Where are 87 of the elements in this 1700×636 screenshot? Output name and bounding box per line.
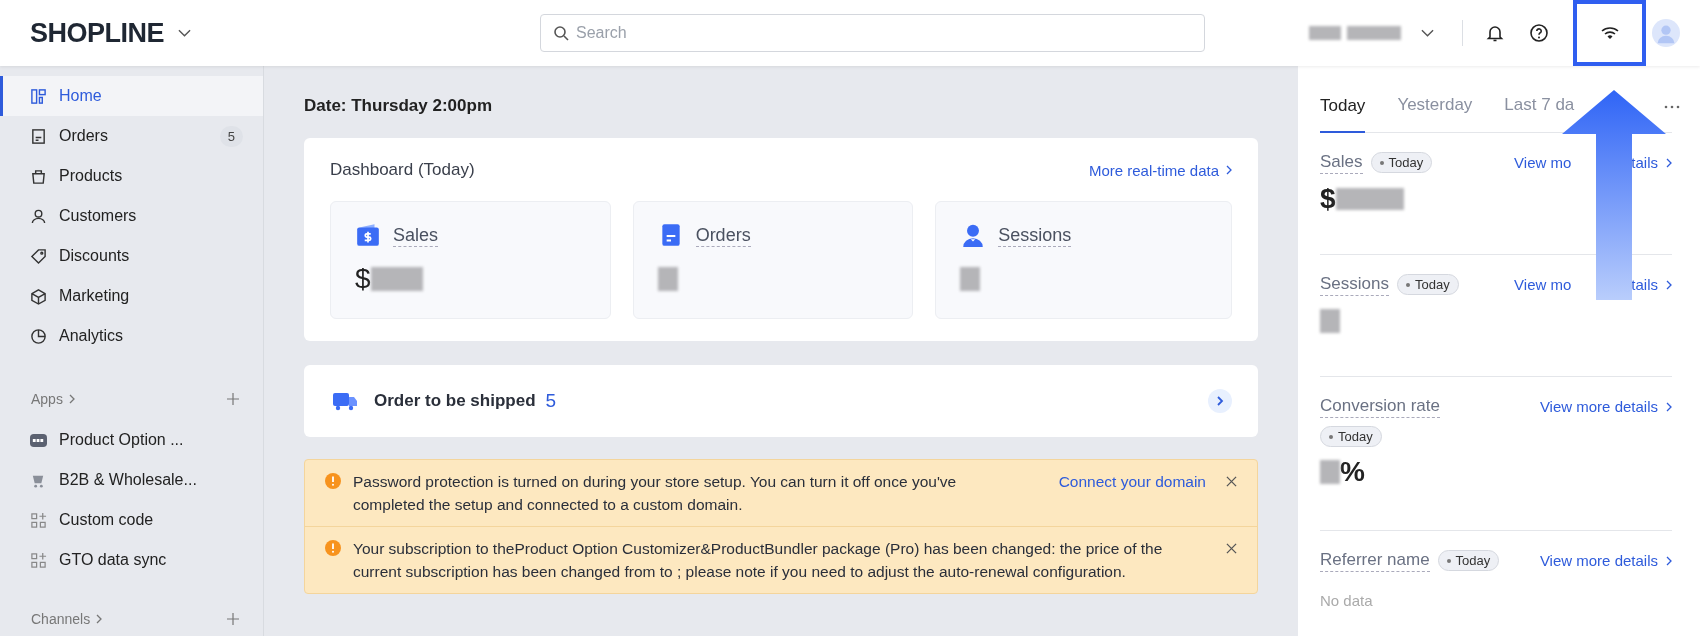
- metric-label[interactable]: Sales: [1320, 151, 1363, 174]
- period-tab[interactable]: Yesterday: [1397, 95, 1473, 115]
- warning-icon: [325, 540, 341, 556]
- add-icon[interactable]: [227, 613, 239, 625]
- shipping-label: Order to be shipped: [374, 391, 536, 411]
- stat-label[interactable]: Orders: [695, 223, 751, 247]
- redacted-value: [657, 267, 678, 291]
- nav-icon: [30, 247, 47, 265]
- close-icon[interactable]: [1226, 543, 1237, 554]
- chevron-down-icon[interactable]: [178, 29, 192, 37]
- nav-item[interactable]: Home: [0, 76, 263, 116]
- period-badge: Today: [1320, 426, 1382, 447]
- nav-icon: [30, 87, 47, 105]
- search-icon: [553, 25, 569, 41]
- alert-message: Password protection is turned on during your store setup. You can turn it off once you've completed the setup and connected to a custom domain.: [353, 472, 958, 515]
- nav-icon: [30, 127, 47, 145]
- bell-icon[interactable]: [1485, 23, 1505, 43]
- card-title: Dashboard (Today): [330, 160, 475, 180]
- warning-icon: [325, 473, 341, 489]
- nav-icon: [30, 167, 47, 185]
- chevron-right-icon: [1226, 165, 1232, 175]
- nav-item[interactable]: Discounts: [0, 236, 263, 276]
- period-badge: Today: [1437, 550, 1500, 571]
- more-icon[interactable]: [1664, 105, 1680, 109]
- currency-sign: $: [355, 263, 371, 295]
- view-details-link[interactable]: View more details: [1539, 552, 1658, 569]
- view-details-link[interactable]: View mo: [1514, 154, 1572, 171]
- close-icon[interactable]: [1226, 476, 1237, 487]
- view-details-link[interactable]: View mo: [1514, 276, 1572, 293]
- real-time-data-link[interactable]: More real-time data: [1088, 161, 1219, 179]
- shipping-card[interactable]: Order to be shipped 5: [304, 365, 1258, 437]
- add-icon[interactable]: [227, 393, 239, 405]
- nav-item[interactable]: Orders 5: [0, 116, 263, 156]
- chevron-right-icon: [96, 614, 103, 624]
- app-icon: [30, 511, 47, 529]
- search-field[interactable]: Search: [540, 14, 1205, 52]
- view-details-link[interactable]: tails: [1631, 276, 1658, 293]
- stat-label[interactable]: Sessions: [998, 223, 1072, 247]
- period-badge: Today: [1397, 274, 1459, 295]
- logo[interactable]: SHOPLINE: [30, 17, 165, 49]
- nav-item[interactable]: Marketing: [0, 276, 263, 316]
- app-icon: [30, 431, 47, 449]
- metric-label[interactable]: Referrer name: [1320, 549, 1430, 572]
- metric-label[interactable]: Conversion rate: [1320, 395, 1440, 418]
- period-tab[interactable]: Today: [1320, 96, 1366, 133]
- help-icon[interactable]: [1529, 23, 1549, 43]
- redacted-value: [370, 267, 423, 291]
- nav-item[interactable]: Analytics: [0, 316, 263, 356]
- stat-label[interactable]: Sales: [393, 223, 439, 247]
- chevron-right-icon: [1666, 555, 1672, 566]
- app-item[interactable]: Product Option ...: [0, 420, 263, 460]
- nav-icon: [30, 207, 47, 225]
- nav-icon: [30, 287, 47, 305]
- redacted-value: [1320, 460, 1340, 484]
- date-heading: Date: Thursday 2:00pm: [304, 96, 493, 116]
- truck-icon: [332, 390, 358, 412]
- stat-icon: [355, 222, 381, 248]
- period-tab[interactable]: Last 7 da: [1504, 95, 1575, 115]
- app-item[interactable]: B2B & Wholesale...: [0, 460, 263, 500]
- app-item[interactable]: Custom code: [0, 500, 263, 540]
- currency-sign: $: [1320, 183, 1336, 215]
- nav-item[interactable]: Customers: [0, 196, 263, 236]
- redacted-value: [1335, 188, 1404, 210]
- nav-item[interactable]: Products: [0, 156, 263, 196]
- app-icon: [30, 551, 47, 569]
- chevron-right-icon: [68, 394, 75, 404]
- percent-sign: %: [1340, 456, 1365, 488]
- chevron-right-icon: [1666, 401, 1672, 412]
- chevron-right-icon: [1666, 157, 1672, 168]
- channels-header[interactable]: Channels: [31, 611, 91, 627]
- connect-domain-link[interactable]: Connect your domain: [1058, 470, 1206, 493]
- period-badge: Today: [1370, 152, 1433, 173]
- view-details-link[interactable]: View more details: [1539, 398, 1658, 415]
- alert-message: Your subscription to theProduct Option Customizer&ProductBundler package (Pro) has been changed: the price of the current subscription has been changed from to ; please note if you need to adjust the auto-renewal configuration.: [353, 539, 1164, 582]
- view-details-link[interactable]: tails: [1631, 154, 1658, 171]
- app-item[interactable]: GTO data sync: [0, 540, 263, 580]
- nav-icon: [30, 327, 47, 345]
- metric-label[interactable]: Sessions: [1320, 273, 1389, 296]
- chevron-down-icon: [1421, 29, 1434, 37]
- apps-header[interactable]: Apps: [31, 391, 63, 407]
- redacted-value: [960, 267, 981, 291]
- redacted-value: [1320, 309, 1340, 333]
- shipping-count: 5: [545, 390, 557, 412]
- empty-text: No data: [1320, 592, 1374, 609]
- chevron-right-icon: [1666, 279, 1672, 290]
- count-badge: 5: [219, 125, 243, 147]
- chevron-right-icon[interactable]: [1208, 389, 1232, 413]
